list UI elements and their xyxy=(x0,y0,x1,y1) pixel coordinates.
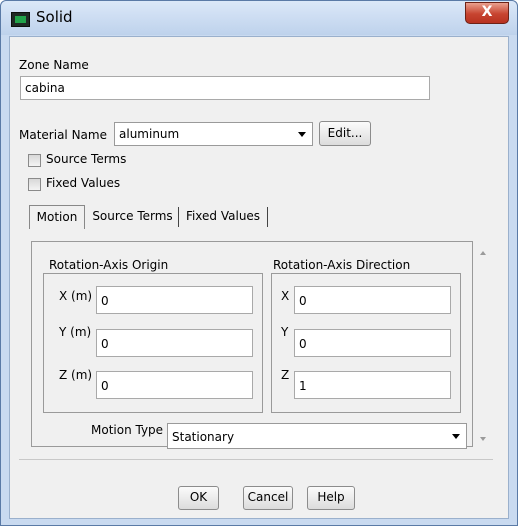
help-button[interactable]: Help xyxy=(307,486,355,510)
tab-fixed-values[interactable]: Fixed Values xyxy=(181,205,265,229)
direction-x-label: X xyxy=(281,289,290,303)
motion-type-label: Motion Type xyxy=(91,423,164,437)
motion-panel-scrollbar[interactable] xyxy=(477,241,491,447)
fixed-values-checkbox-label: Fixed Values xyxy=(46,176,121,190)
chevron-down-icon xyxy=(298,132,306,137)
footer-divider xyxy=(19,459,493,460)
direction-z-label: Z xyxy=(281,368,290,382)
motion-type-dropdown[interactable]: Stationary xyxy=(167,423,467,449)
origin-y-input[interactable]: 0 xyxy=(96,329,253,357)
tab-separator xyxy=(267,207,268,227)
rotation-axis-origin-title: Rotation-Axis Origin xyxy=(49,258,169,272)
direction-x-input[interactable]: 0 xyxy=(294,286,451,314)
source-terms-checkbox-label: Source Terms xyxy=(46,152,127,166)
close-button[interactable]: X xyxy=(465,2,509,24)
tab-source-terms[interactable]: Source Terms xyxy=(89,205,176,229)
material-name-value: aluminum xyxy=(119,127,180,141)
fixed-values-checkbox[interactable] xyxy=(28,178,41,191)
scroll-down-icon xyxy=(480,437,486,441)
origin-z-input[interactable]: 0 xyxy=(96,371,253,399)
edit-material-button[interactable]: Edit... xyxy=(319,121,371,146)
direction-y-label: Y xyxy=(281,325,289,339)
zone-name-label: Zone Name xyxy=(19,58,89,72)
origin-y-label: Y (m) xyxy=(59,325,92,339)
source-terms-checkbox[interactable] xyxy=(28,154,41,167)
tab-motion[interactable]: Motion xyxy=(29,205,85,229)
solid-dialog: Solid X Zone Name cabina Material Name a… xyxy=(0,0,518,526)
scroll-up-icon xyxy=(480,251,486,255)
motion-type-value: Stationary xyxy=(172,430,235,444)
direction-y-input[interactable]: 0 xyxy=(294,329,451,357)
close-icon: X xyxy=(481,4,493,20)
origin-x-input[interactable]: 0 xyxy=(96,286,253,314)
origin-z-label: Z (m) xyxy=(59,368,93,382)
material-name-dropdown[interactable]: aluminum xyxy=(114,122,313,146)
window-title: Solid xyxy=(36,8,73,26)
tab-separator xyxy=(178,207,179,227)
chevron-down-icon xyxy=(452,434,460,439)
direction-z-input[interactable]: 1 xyxy=(294,371,451,399)
cancel-button[interactable]: Cancel xyxy=(243,486,293,510)
material-name-label: Material Name xyxy=(19,128,107,142)
app-icon xyxy=(11,12,30,27)
ok-button[interactable]: OK xyxy=(178,486,219,510)
zone-name-input[interactable]: cabina xyxy=(20,76,430,100)
rotation-axis-direction-title: Rotation-Axis Direction xyxy=(273,258,411,272)
origin-x-label: X (m) xyxy=(59,289,93,303)
title-bar: Solid X xyxy=(1,1,517,35)
